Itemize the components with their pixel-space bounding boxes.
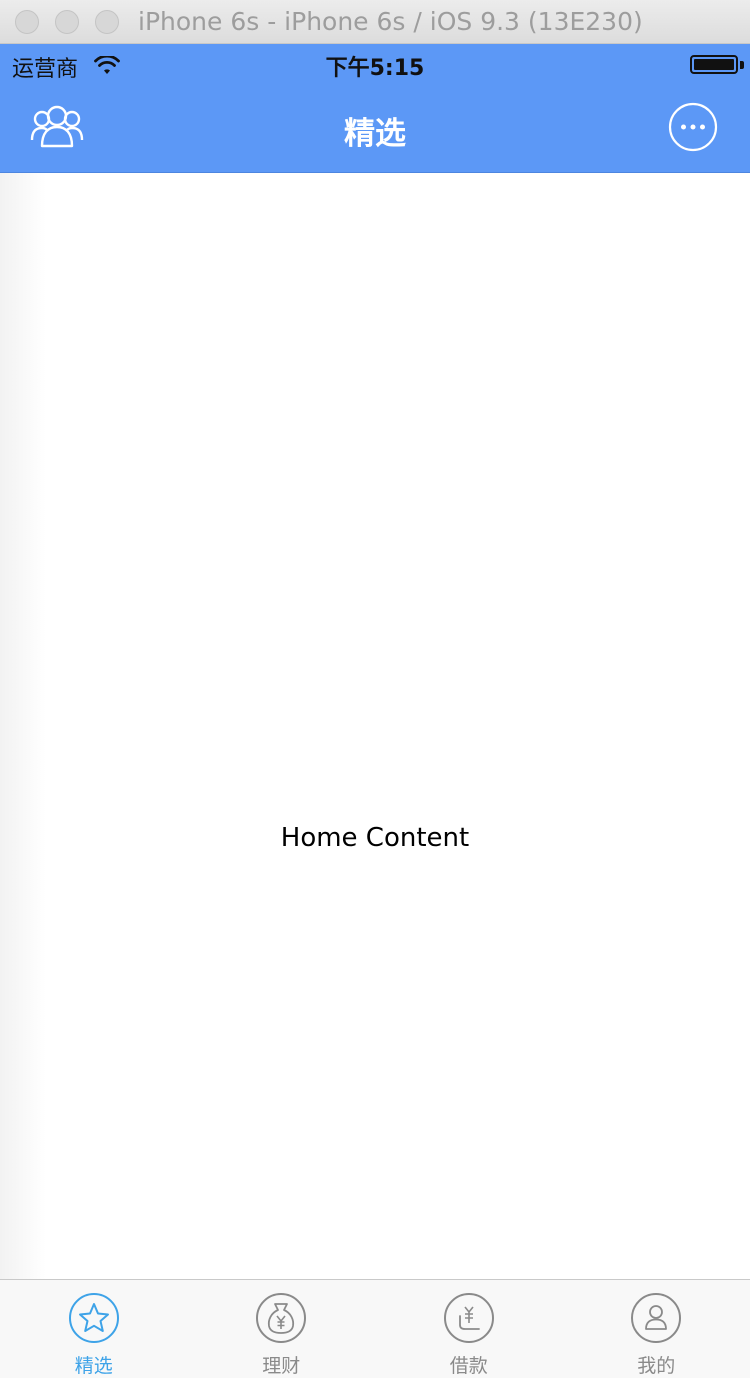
- tab-featured[interactable]: 精选: [0, 1280, 188, 1378]
- main-content: Home Content: [0, 173, 750, 1279]
- loan-icon: [443, 1293, 494, 1343]
- navigation-bar: 运营商 下午5:15 精选: [0, 44, 750, 173]
- window-zoom-button[interactable]: [95, 10, 119, 34]
- tab-label: 精选: [74, 1355, 113, 1377]
- tab-label: 理财: [262, 1355, 301, 1377]
- battery-tip: [740, 61, 744, 69]
- page-title: 精选: [344, 116, 406, 152]
- tab-label: 我的: [637, 1355, 676, 1377]
- tab-label: 借款: [449, 1355, 488, 1377]
- user-icon: [631, 1293, 682, 1343]
- window-minimize-button[interactable]: [55, 10, 79, 34]
- window-titlebar: iPhone 6s - iPhone 6s / iOS 9.3 (13E230): [0, 0, 750, 44]
- tab-mine[interactable]: 我的: [563, 1280, 750, 1378]
- status-time: 下午5:15: [325, 56, 425, 81]
- star-icon: [68, 1293, 119, 1343]
- window-title: iPhone 6s - iPhone 6s / iOS 9.3 (13E230): [138, 7, 643, 36]
- more-dots-icon[interactable]: [668, 102, 718, 152]
- home-content-text: Home Content: [280, 823, 470, 853]
- money-bag-icon: [256, 1293, 307, 1343]
- window-close-button[interactable]: [15, 10, 39, 34]
- tab-bar: 精选 理财 借款 我的: [0, 1279, 750, 1378]
- tab-loan[interactable]: 借款: [375, 1280, 563, 1378]
- battery-icon: [690, 55, 738, 74]
- tab-finance[interactable]: 理财: [188, 1280, 376, 1378]
